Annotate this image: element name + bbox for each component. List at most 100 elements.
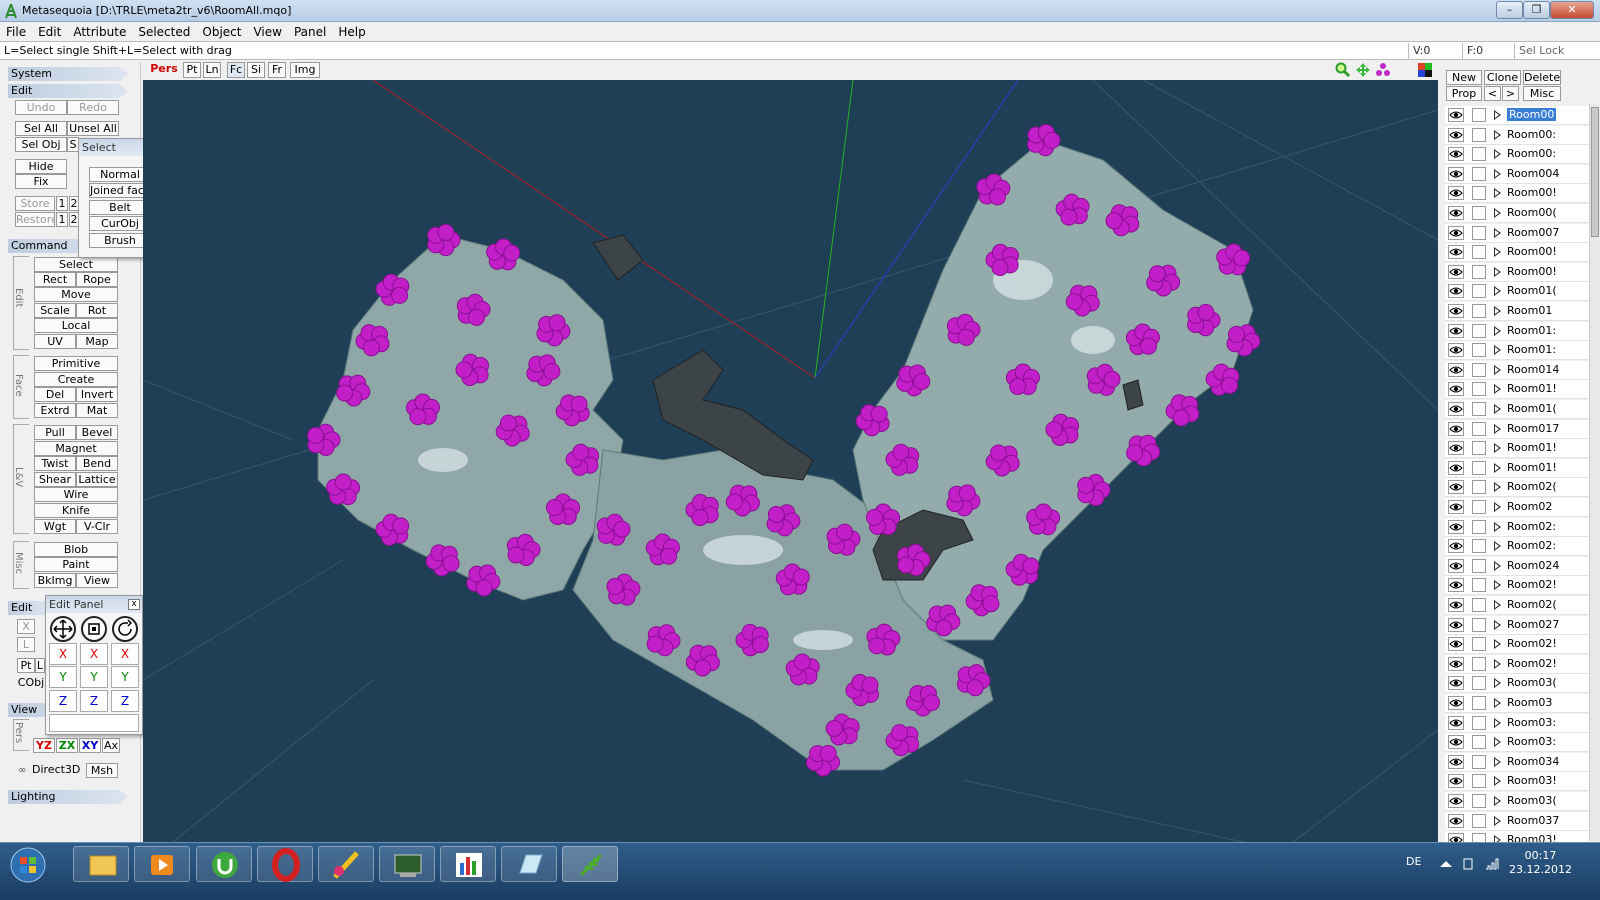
object-row[interactable]: Room037 — [1445, 811, 1589, 831]
edit-panel-z-move[interactable]: Z — [49, 690, 77, 712]
taskbar-clock[interactable]: 00:17 23.12.2012 — [1509, 849, 1572, 877]
object-row[interactable]: Room01! — [1445, 458, 1589, 478]
lock-toggle[interactable] — [1472, 225, 1486, 240]
object-row[interactable]: Room00! — [1445, 262, 1589, 282]
expand-triangle-icon[interactable] — [1494, 306, 1501, 316]
expand-triangle-icon[interactable] — [1494, 168, 1501, 179]
expand-triangle-icon[interactable] — [1494, 776, 1501, 787]
lock-toggle[interactable] — [1472, 186, 1486, 201]
lock-toggle[interactable] — [1472, 715, 1486, 730]
visibility-eye-icon[interactable] — [1448, 813, 1464, 828]
visibility-eye-icon[interactable] — [1448, 402, 1464, 416]
object-row[interactable]: Room02( — [1445, 478, 1589, 498]
visibility-eye-icon[interactable] — [1448, 774, 1464, 789]
expand-triangle-icon[interactable] — [1494, 227, 1501, 238]
edit-panel-z-scale[interactable]: Z — [80, 690, 108, 712]
visibility-eye-icon[interactable] — [1448, 127, 1464, 142]
lock-toggle[interactable] — [1472, 343, 1486, 358]
expand-triangle-icon[interactable] — [1494, 462, 1501, 473]
visibility-eye-icon[interactable] — [1448, 382, 1464, 397]
media-player-taskbar-icon[interactable] — [134, 846, 190, 882]
lock-toggle[interactable] — [1472, 108, 1486, 122]
notepad-taskbar-icon[interactable] — [501, 846, 557, 882]
visibility-eye-icon[interactable] — [1448, 264, 1464, 279]
expand-triangle-icon[interactable] — [1494, 208, 1501, 218]
lock-toggle[interactable] — [1472, 166, 1486, 181]
section-lighting[interactable]: Lighting — [8, 790, 128, 804]
expand-triangle-icon[interactable] — [1494, 717, 1501, 728]
object-row[interactable]: Room02! — [1445, 576, 1589, 596]
undo-button[interactable]: Undo — [15, 100, 67, 115]
visibility-eye-icon[interactable] — [1448, 284, 1464, 299]
lock-toggle[interactable] — [1472, 656, 1486, 671]
expand-triangle-icon[interactable] — [1494, 619, 1501, 630]
edit-panel-y-move[interactable]: Y — [49, 666, 77, 688]
expand-triangle-icon[interactable] — [1494, 815, 1501, 826]
lock-toggle[interactable] — [1472, 441, 1486, 456]
edit-panel-z-rotate[interactable]: Z — [111, 690, 139, 712]
cmd-uv[interactable]: UV — [34, 334, 76, 349]
visibility-eye-icon[interactable] — [1448, 539, 1464, 554]
expand-triangle-icon[interactable] — [1494, 129, 1501, 140]
lock-toggle[interactable] — [1472, 304, 1486, 318]
select-joined-face[interactable]: Joined face — [89, 183, 151, 198]
cmd-del[interactable]: Del — [34, 387, 76, 402]
system-tray-icons[interactable] — [1440, 857, 1510, 871]
visibility-eye-icon[interactable] — [1448, 676, 1464, 691]
visibility-eye-icon[interactable] — [1448, 323, 1464, 338]
section-edit[interactable]: Edit — [8, 84, 128, 98]
object-row[interactable]: Room00! — [1445, 184, 1589, 204]
expand-triangle-icon[interactable] — [1494, 796, 1501, 806]
object-row[interactable]: Room03( — [1445, 674, 1589, 694]
lock-toggle[interactable] — [1472, 362, 1486, 377]
object-row[interactable]: Room01! — [1445, 380, 1589, 400]
hide-button[interactable]: Hide — [15, 159, 67, 174]
show-lines-toggle[interactable]: Ln — [203, 62, 221, 78]
edit-option-pt[interactable]: Pt — [17, 658, 35, 673]
object-row[interactable]: Room01: — [1445, 341, 1589, 361]
cmd-bend[interactable]: Bend — [76, 456, 118, 471]
expand-triangle-icon[interactable] — [1494, 325, 1501, 336]
lock-toggle[interactable] — [1472, 323, 1486, 338]
object-row[interactable]: Room02! — [1445, 635, 1589, 655]
terminal-taskbar-icon[interactable] — [379, 846, 435, 882]
lock-toggle[interactable] — [1472, 480, 1486, 495]
expand-triangle-icon[interactable] — [1494, 188, 1501, 199]
3d-viewport[interactable] — [143, 80, 1438, 842]
edit-panel-x-rotate[interactable]: X — [111, 643, 139, 665]
visibility-eye-icon[interactable] — [1448, 245, 1464, 260]
expand-triangle-icon[interactable] — [1494, 541, 1501, 552]
zoom-icon[interactable] — [1335, 62, 1351, 78]
edit-option-l2[interactable]: L — [35, 658, 45, 673]
expand-triangle-icon[interactable] — [1494, 639, 1501, 650]
lock-toggle[interactable] — [1472, 264, 1486, 279]
object-next-button[interactable]: > — [1502, 86, 1519, 101]
cmd-primitive[interactable]: Primitive — [34, 356, 118, 371]
visibility-eye-icon[interactable] — [1448, 715, 1464, 730]
cmd-pull[interactable]: Pull — [34, 425, 76, 440]
object-row[interactable]: Room01 — [1445, 302, 1589, 321]
object-row[interactable]: Room02: — [1445, 517, 1589, 537]
object-row[interactable]: Room03! — [1445, 772, 1589, 792]
visibility-eye-icon[interactable] — [1448, 500, 1464, 514]
close-button[interactable]: ✕ — [1550, 1, 1594, 19]
visibility-eye-icon[interactable] — [1448, 108, 1464, 122]
object-properties-button[interactable]: Prop — [1446, 86, 1482, 101]
lock-toggle[interactable] — [1472, 500, 1486, 514]
object-row[interactable]: Room024 — [1445, 556, 1589, 576]
select-brush[interactable]: Brush — [89, 233, 151, 248]
visibility-eye-icon[interactable] — [1448, 304, 1464, 318]
visibility-eye-icon[interactable] — [1448, 147, 1464, 162]
fix-button[interactable]: Fix — [15, 174, 67, 189]
lock-toggle[interactable] — [1472, 127, 1486, 142]
object-row[interactable]: Room00! — [1445, 243, 1589, 263]
color-palette-icon[interactable] — [1418, 63, 1432, 77]
lock-toggle[interactable] — [1472, 284, 1486, 299]
expand-triangle-icon[interactable] — [1494, 580, 1501, 591]
cmd-extrude[interactable]: Extrd — [34, 403, 76, 418]
cmd-view[interactable]: View — [76, 573, 118, 588]
view-yz-button[interactable]: YZ — [33, 738, 55, 753]
direct3d-toggle[interactable]: Direct3D — [32, 763, 80, 778]
view-axis-button[interactable]: Ax — [102, 738, 120, 753]
lock-toggle[interactable] — [1472, 617, 1486, 632]
